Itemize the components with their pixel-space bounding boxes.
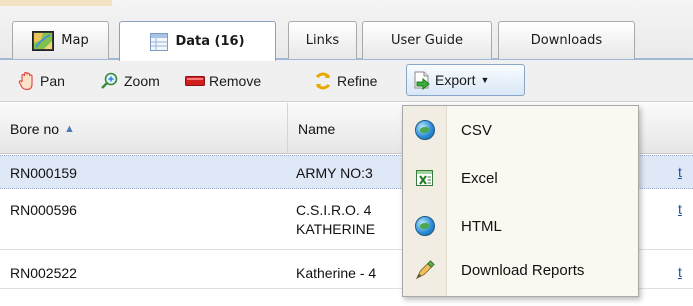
sort-ascending-icon: ▲	[64, 122, 75, 135]
name-cell-line2: KATHERINE	[296, 221, 376, 237]
tab-strip-accent	[0, 0, 112, 6]
export-label: Export	[435, 72, 476, 88]
row-link[interactable]: t	[678, 264, 693, 280]
pan-label: Pan	[40, 73, 65, 89]
column-header-name-label: Name	[298, 120, 336, 137]
report-pen-icon	[415, 260, 435, 280]
zoom-icon	[101, 72, 118, 89]
export-button[interactable]: Export ▼	[406, 64, 525, 96]
tab-strip: Map Data (16) Links User Guide Downloads	[0, 0, 693, 62]
hand-icon	[18, 71, 33, 91]
grid-toolbar: Pan Zoom Remove Refine Export ▼	[0, 60, 693, 102]
export-icon	[414, 71, 430, 90]
remove-button[interactable]: Remove	[185, 69, 261, 93]
tab-data[interactable]: Data (16)	[119, 21, 276, 61]
menu-item-csv-label: CSV	[461, 121, 492, 139]
export-menu: CSV Excel HTML Download Reports	[402, 105, 639, 297]
remove-label: Remove	[209, 73, 262, 89]
menu-item-html[interactable]: HTML	[403, 204, 638, 248]
map-icon	[32, 30, 55, 51]
menu-item-download-reports[interactable]: Download Reports	[403, 248, 638, 292]
row-link[interactable]: t	[678, 201, 693, 217]
zoom-label: Zoom	[124, 73, 160, 89]
tab-map-label: Map	[61, 33, 89, 48]
globe-icon	[415, 216, 435, 236]
bore-no-cell: RN000596	[10, 202, 77, 218]
tab-downloads[interactable]: Downloads	[498, 21, 635, 59]
bore-no-cell: RN000159	[10, 165, 77, 181]
menu-item-csv[interactable]: CSV	[403, 108, 638, 152]
row-link[interactable]: t	[678, 164, 693, 180]
column-header-bore-no-label: Bore no	[10, 120, 60, 137]
refine-icon	[315, 72, 331, 90]
tab-downloads-label: Downloads	[530, 33, 603, 48]
menu-item-excel[interactable]: Excel	[403, 156, 638, 200]
bore-no-cell: RN002522	[10, 265, 77, 281]
pan-button[interactable]: Pan	[18, 69, 65, 93]
name-cell: ARMY NO:3	[296, 165, 373, 181]
menu-item-download-reports-label: Download Reports	[461, 261, 585, 279]
column-header-bore-no[interactable]: Bore no ▲	[0, 103, 288, 154]
menu-item-excel-label: Excel	[461, 169, 498, 187]
tab-links[interactable]: Links	[288, 21, 357, 59]
tab-user-guide-label: User Guide	[391, 33, 463, 48]
tab-data-label: Data (16)	[175, 34, 245, 49]
name-cell: C.S.I.R.O. 4	[296, 202, 372, 218]
tab-user-guide[interactable]: User Guide	[362, 21, 492, 59]
menu-item-html-label: HTML	[461, 217, 502, 235]
table-icon	[150, 32, 169, 51]
refine-button[interactable]: Refine	[313, 69, 377, 93]
globe-icon	[415, 120, 435, 140]
refine-label: Refine	[337, 73, 378, 89]
tab-map[interactable]: Map	[12, 21, 109, 59]
tab-links-label: Links	[305, 33, 340, 48]
name-cell: Katherine - 4	[296, 265, 377, 281]
zoom-button[interactable]: Zoom	[100, 69, 160, 93]
chevron-down-icon: ▼	[480, 75, 490, 85]
excel-icon	[416, 170, 433, 186]
remove-icon	[185, 76, 205, 86]
